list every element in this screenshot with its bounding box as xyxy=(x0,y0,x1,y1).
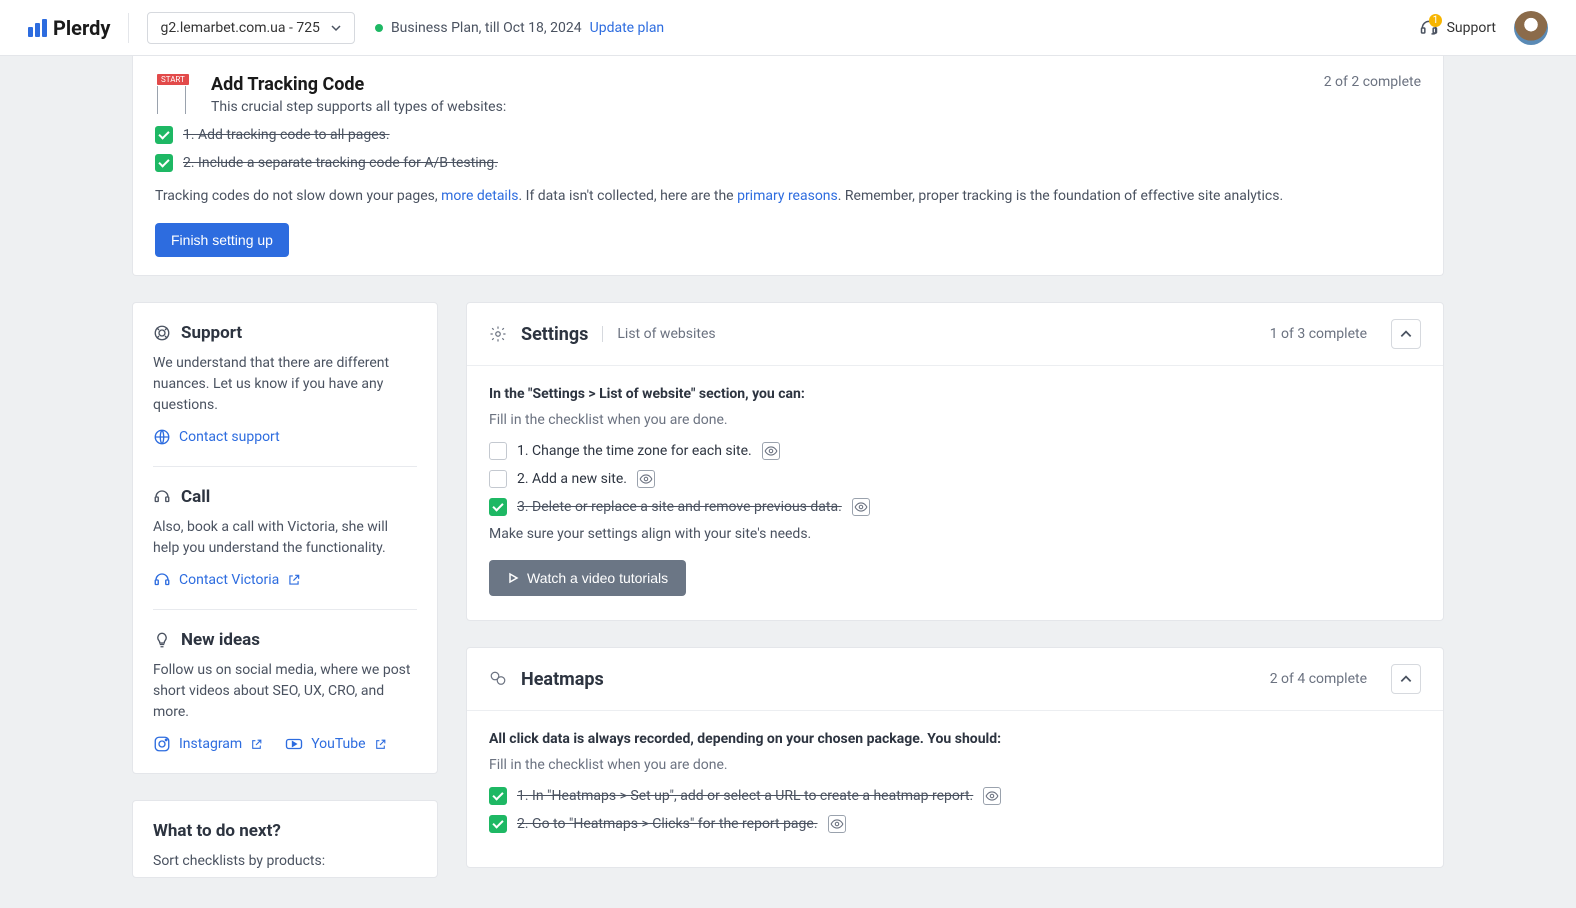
external-link-icon xyxy=(374,738,387,751)
support-badge: 1 xyxy=(1429,14,1443,27)
youtube-label: YouTube xyxy=(311,736,365,752)
site-selector-label: g2.lemarbet.com.ua - 725 xyxy=(160,20,319,36)
next-box-title: What to do next? xyxy=(153,821,417,841)
more-details-link[interactable]: more details xyxy=(441,188,518,204)
heatmaps-collapse-button[interactable] xyxy=(1391,664,1421,694)
heatmaps-heading: All click data is always recorded, depen… xyxy=(489,731,1421,747)
plan-text: Business Plan, till Oct 18, 2024 xyxy=(391,20,582,36)
watch-video-label: Watch a video tutorials xyxy=(527,570,668,586)
tracking-item-2: 2. Include a separate tracking code for … xyxy=(183,155,498,171)
support-label: Support xyxy=(1447,20,1496,36)
youtube-icon xyxy=(285,735,303,753)
settings-title: Settings xyxy=(521,324,588,345)
checklist-item-check[interactable] xyxy=(489,442,507,460)
headset-icon xyxy=(153,571,171,589)
settings-progress: 1 of 3 complete xyxy=(1270,326,1367,342)
checklist-item-label: 2. Go to "Heatmaps > Clicks" for the rep… xyxy=(517,816,818,832)
chevron-down-icon xyxy=(330,22,342,34)
heatmaps-title: Heatmaps xyxy=(521,669,604,690)
checklist-item-label: 3. Delete or replace a site and remove p… xyxy=(517,499,842,515)
tracking-item-1: 1. Add tracking code to all pages. xyxy=(183,127,390,143)
heatmap-icon xyxy=(489,670,507,688)
watch-video-button[interactable]: Watch a video tutorials xyxy=(489,560,686,596)
bulb-icon xyxy=(153,631,171,649)
status-dot-icon xyxy=(375,24,383,32)
support-box-text: We understand that there are different n… xyxy=(153,353,417,416)
contact-support-link[interactable]: Contact support xyxy=(153,428,417,446)
ideas-box-text: Follow us on social media, where we post… xyxy=(153,660,417,723)
support-box-title: Support xyxy=(181,323,242,343)
tracking-note-3: . Remember, proper tracking is the found… xyxy=(838,188,1283,204)
tracking-note-2: . If data isn't collected, here are the xyxy=(518,188,737,204)
contact-support-label: Contact support xyxy=(179,429,280,445)
tracking-check-1[interactable] xyxy=(155,126,173,144)
call-box-text: Also, book a call with Victoria, she wil… xyxy=(153,517,417,559)
external-link-icon xyxy=(250,738,263,751)
preview-icon[interactable] xyxy=(637,470,655,488)
checklist-item-check[interactable] xyxy=(489,470,507,488)
checklist-item-label: 1. Change the time zone for each site. xyxy=(517,443,752,459)
external-link-icon xyxy=(287,573,301,587)
logo-bars-icon xyxy=(28,19,47,37)
tracking-title: Add Tracking Code xyxy=(211,74,1324,95)
heatmaps-fill-note: Fill in the checklist when you are done. xyxy=(489,757,1421,773)
checklist-item-check[interactable] xyxy=(489,815,507,833)
checklist-item-label: 1. In "Heatmaps > Set up", add or select… xyxy=(517,788,973,804)
logo[interactable]: Plerdy xyxy=(28,16,110,40)
settings-footer: Make sure your settings align with your … xyxy=(489,526,1421,542)
next-box-text: Sort checklists by products: xyxy=(153,853,417,869)
contact-victoria-label: Contact Victoria xyxy=(179,572,279,588)
start-flag-icon xyxy=(155,74,197,116)
tracking-check-2[interactable] xyxy=(155,154,173,172)
update-plan-link[interactable]: Update plan xyxy=(590,20,665,36)
heatmaps-progress: 2 of 4 complete xyxy=(1270,671,1367,687)
ideas-box-title: New ideas xyxy=(181,630,260,650)
primary-reasons-link[interactable]: primary reasons xyxy=(737,188,838,204)
tracking-subtitle: This crucial step supports all types of … xyxy=(211,99,1324,115)
checklist-item-check[interactable] xyxy=(489,498,507,516)
phone-icon xyxy=(153,488,171,506)
preview-icon[interactable] xyxy=(852,498,870,516)
avatar[interactable] xyxy=(1514,11,1548,45)
instagram-link[interactable]: Instagram xyxy=(153,735,263,753)
preview-icon[interactable] xyxy=(983,787,1001,805)
lifebuoy-icon xyxy=(153,324,171,342)
play-icon xyxy=(507,572,519,584)
preview-icon[interactable] xyxy=(828,815,846,833)
tracking-note-1: Tracking codes do not slow down your pag… xyxy=(155,188,441,204)
settings-collapse-button[interactable] xyxy=(1391,319,1421,349)
chevron-up-icon xyxy=(1399,672,1413,686)
tracking-card: Add Tracking Code This crucial step supp… xyxy=(132,56,1444,276)
heatmaps-card: Heatmaps 2 of 4 complete All click data … xyxy=(466,647,1444,868)
checklist-item-label: 2. Add a new site. xyxy=(517,471,627,487)
contact-victoria-link[interactable]: Contact Victoria xyxy=(153,571,417,589)
settings-heading: In the "Settings > List of website" sect… xyxy=(489,386,1421,402)
settings-card: Settings List of websites 1 of 3 complet… xyxy=(466,302,1444,621)
call-box-title: Call xyxy=(181,487,210,507)
settings-fill-note: Fill in the checklist when you are done. xyxy=(489,412,1421,428)
instagram-icon xyxy=(153,735,171,753)
checklist-item-check[interactable] xyxy=(489,787,507,805)
settings-subtitle: List of websites xyxy=(602,326,715,342)
preview-icon[interactable] xyxy=(762,442,780,460)
support-button[interactable]: 1 Support xyxy=(1419,18,1496,38)
globe-icon xyxy=(153,428,171,446)
logo-text: Plerdy xyxy=(53,16,110,40)
finish-setup-button[interactable]: Finish setting up xyxy=(155,223,289,257)
youtube-link[interactable]: YouTube xyxy=(285,735,386,753)
gear-icon xyxy=(489,325,507,343)
tracking-progress: 2 of 2 complete xyxy=(1324,74,1421,90)
site-selector[interactable]: g2.lemarbet.com.ua - 725 xyxy=(147,12,354,44)
instagram-label: Instagram xyxy=(179,736,242,752)
chevron-up-icon xyxy=(1399,327,1413,341)
